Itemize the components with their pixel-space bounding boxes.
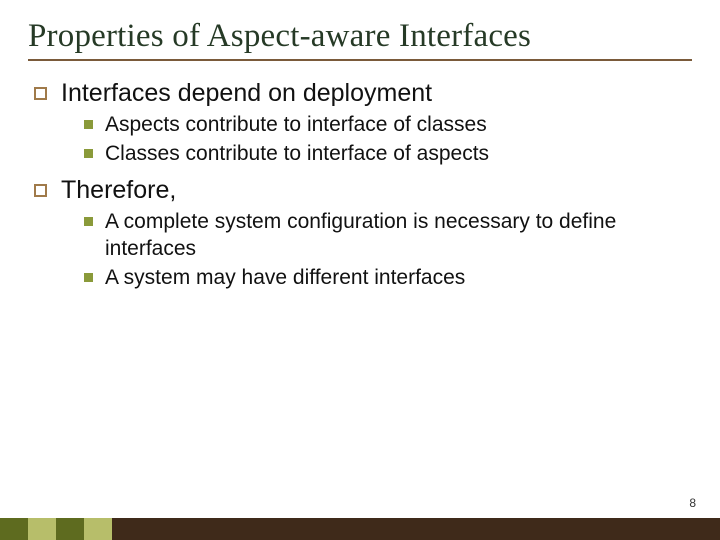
- slide-content: Interfaces depend on deployment Aspects …: [28, 79, 692, 291]
- square-solid-icon: [84, 217, 93, 226]
- footer-accent: [112, 518, 720, 540]
- square-solid-icon: [84, 149, 93, 158]
- subbullet-text: A complete system configuration is neces…: [105, 209, 665, 263]
- footer-accent: [0, 518, 28, 540]
- page-number: 8: [689, 496, 696, 510]
- square-solid-icon: [84, 273, 93, 282]
- slide: Properties of Aspect-aware Interfaces In…: [0, 0, 720, 540]
- subbullet-text: Classes contribute to interface of aspec…: [105, 141, 489, 168]
- bullet-text: Interfaces depend on deployment: [61, 79, 432, 108]
- footer-accent: [56, 518, 84, 540]
- bullet-level2: A system may have different interfaces: [84, 265, 692, 292]
- bullet-level1: Interfaces depend on deployment: [34, 79, 692, 108]
- footer-bar: [0, 518, 720, 540]
- bullet-level1: Therefore,: [34, 176, 692, 205]
- footer-accent: [28, 518, 56, 540]
- subbullet-text: A system may have different interfaces: [105, 265, 465, 292]
- square-outline-icon: [34, 184, 47, 197]
- square-outline-icon: [34, 87, 47, 100]
- square-solid-icon: [84, 120, 93, 129]
- bullet-text: Therefore,: [61, 176, 176, 205]
- bullet-level2: Classes contribute to interface of aspec…: [84, 141, 692, 168]
- footer-accent: [84, 518, 112, 540]
- slide-title: Properties of Aspect-aware Interfaces: [28, 18, 692, 61]
- bullet-level2: Aspects contribute to interface of class…: [84, 112, 692, 139]
- subbullet-text: Aspects contribute to interface of class…: [105, 112, 487, 139]
- bullet-level2: A complete system configuration is neces…: [84, 209, 692, 263]
